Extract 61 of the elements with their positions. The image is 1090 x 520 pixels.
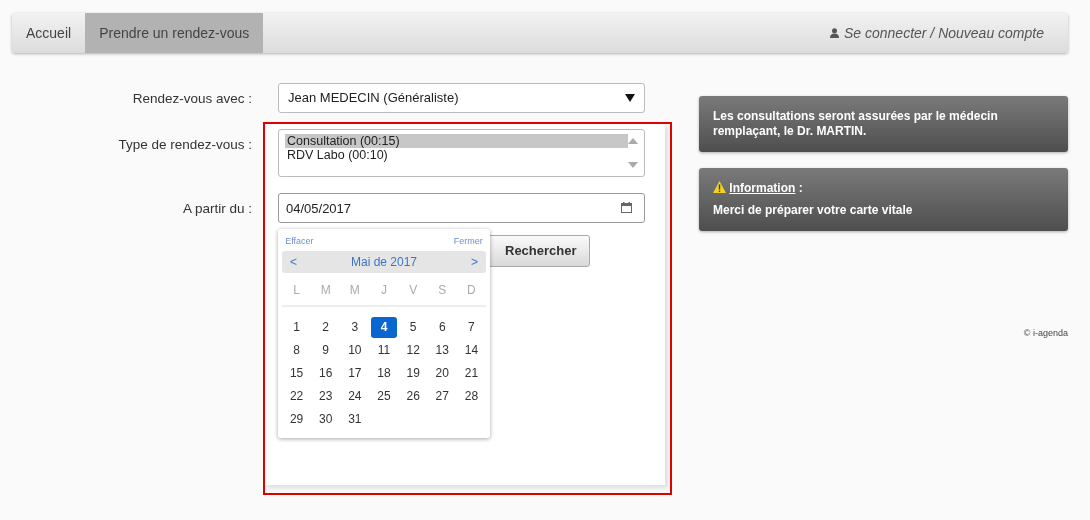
- calendar-day[interactable]: 24: [342, 385, 368, 407]
- month-title: Mai de 2017: [350, 253, 417, 271]
- calendar-day[interactable]: 5: [400, 316, 426, 338]
- weekday-label: V: [408, 281, 419, 299]
- calendar-day[interactable]: 7: [458, 316, 484, 338]
- calendar-day[interactable]: 19: [400, 362, 426, 384]
- notice-heading: Information :: [713, 181, 1054, 196]
- calendar-day[interactable]: 27: [429, 385, 455, 407]
- calendar-icon: [621, 202, 632, 213]
- type-listbox[interactable]: Consultation (00:15) RDV Labo (00:10): [278, 129, 645, 177]
- next-month-button[interactable]: >: [470, 252, 478, 271]
- calendar-day[interactable]: 30: [313, 408, 339, 430]
- weekday-label: M: [348, 281, 361, 299]
- calendar-day[interactable]: 6: [429, 316, 455, 338]
- notice-text: Les consultations seront assurées par le médecin remplaçant, le Dr. MARTIN.: [713, 109, 999, 139]
- calendar-day[interactable]: 3: [342, 316, 368, 338]
- calendar-day[interactable]: 15: [284, 362, 310, 384]
- date-field[interactable]: 04/05/2017: [278, 193, 645, 223]
- calendar-day[interactable]: 26: [400, 385, 426, 407]
- account-link[interactable]: Se connecter / Nouveau compte: [830, 13, 1044, 53]
- calendar-day[interactable]: 13: [429, 339, 455, 361]
- calendar-day[interactable]: 29: [284, 408, 310, 430]
- user-icon: [830, 28, 839, 38]
- nav-tab[interactable]: Prendre un rendez-vous: [85, 13, 264, 53]
- calendar-day[interactable]: 28: [458, 385, 484, 407]
- weekday-label: D: [466, 281, 477, 299]
- calendar-day[interactable]: 16: [313, 362, 339, 384]
- calendar-day[interactable]: 12: [400, 339, 426, 361]
- calendar-day[interactable]: 20: [429, 362, 455, 384]
- doctor-select[interactable]: Jean MEDECIN (Généraliste): [278, 83, 645, 113]
- weekday-label: M: [319, 281, 332, 299]
- field-label: Rendez-vous avec :: [131, 90, 252, 108]
- previous-month-button[interactable]: <: [290, 252, 297, 271]
- weekday-label: S: [437, 281, 448, 299]
- calendar-day[interactable]: 18: [371, 362, 397, 384]
- weekday-label: L: [292, 281, 301, 299]
- calendar-day[interactable]: 21: [458, 362, 484, 384]
- calendar-day[interactable]: 23: [313, 385, 339, 407]
- copyright-text: © i-agenda: [1022, 326, 1068, 340]
- scrollbar-arrows-icon: [628, 138, 638, 168]
- calendar-day[interactable]: 2: [313, 316, 339, 338]
- calendar-day[interactable]: 1: [284, 316, 310, 338]
- field-label: Type de rendez-vous :: [117, 136, 252, 154]
- calendar-day[interactable]: 9: [313, 339, 339, 361]
- list-option[interactable]: Consultation (00:15): [285, 134, 628, 148]
- calendar-day[interactable]: 8: [284, 339, 310, 361]
- calendar-day[interactable]: 25: [371, 385, 397, 407]
- dropdown-caret-icon: [625, 94, 635, 102]
- weekday-label: J: [380, 281, 388, 299]
- calendar-day[interactable]: 11: [371, 339, 397, 361]
- calendar-day[interactable]: 17: [342, 362, 368, 384]
- list-option[interactable]: RDV Labo (00:10): [285, 148, 628, 162]
- calendar-day[interactable]: 4: [371, 316, 397, 338]
- notice-text: Merci de préparer votre carte vitale: [713, 202, 914, 218]
- calendar-day[interactable]: 10: [342, 339, 368, 361]
- field-label: A partir du :: [181, 200, 252, 218]
- calendar-day[interactable]: 14: [458, 339, 484, 361]
- calendar-day[interactable]: 22: [284, 385, 310, 407]
- calendar-day[interactable]: 31: [342, 408, 368, 430]
- nav-tab[interactable]: Accueil: [12, 13, 86, 53]
- warning-icon: [713, 181, 726, 193]
